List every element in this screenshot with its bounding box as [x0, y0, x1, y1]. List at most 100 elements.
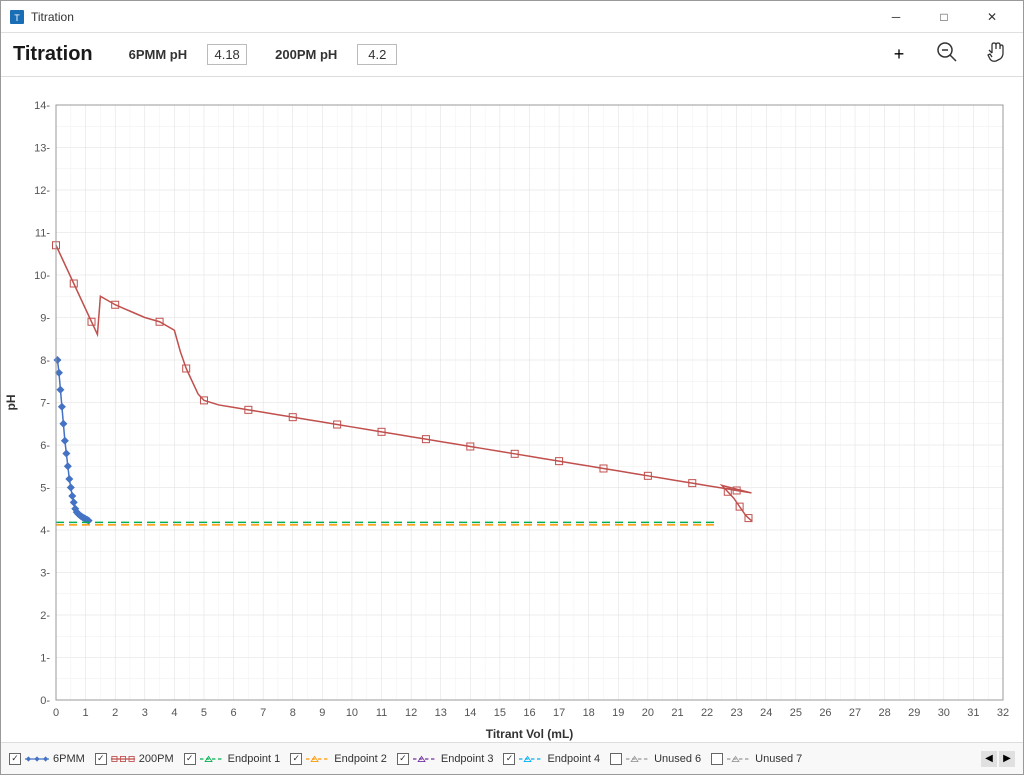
legend-line-unused7	[727, 754, 751, 764]
add-button[interactable]: +	[883, 39, 915, 71]
legend-item-unused6[interactable]: Unused 6	[610, 753, 701, 765]
legend-line-ep3	[413, 754, 437, 764]
legend-item-ep1[interactable]: Endpoint 1	[184, 753, 281, 765]
svg-text:16: 16	[523, 707, 535, 719]
hand-button[interactable]	[979, 39, 1011, 71]
toolbar: Titration 6PMM pH 4.18 200PM pH 4.2 +	[1, 33, 1023, 77]
minimize-button[interactable]: ─	[873, 1, 919, 33]
svg-text:6-: 6-	[40, 440, 50, 452]
svg-text:11: 11	[376, 707, 387, 719]
svg-text:31: 31	[967, 707, 979, 719]
svg-text:8: 8	[290, 707, 296, 719]
ph2-value: 4.2	[357, 44, 397, 65]
legend-line-6pmm	[25, 754, 49, 764]
svg-text:27: 27	[849, 707, 861, 719]
legend-label-200pm: 200PM	[139, 753, 174, 765]
legend-item-ep4[interactable]: Endpoint 4	[503, 753, 600, 765]
svg-text:Titrant Vol (mL): Titrant Vol (mL)	[486, 727, 574, 741]
legend-label-ep3: Endpoint 3	[441, 753, 494, 765]
svg-text:32: 32	[997, 707, 1009, 719]
svg-text:10: 10	[346, 707, 358, 719]
svg-text:10-: 10-	[34, 270, 50, 282]
title-bar: T Titration ─ □ ✕	[1, 1, 1023, 33]
chart-container: 0-1-2-3-4-5-6-7-8-9-10-11-12-13-14-01234…	[1, 85, 1023, 742]
svg-text:21: 21	[671, 707, 683, 719]
legend-checkbox-ep3[interactable]	[397, 753, 409, 765]
svg-text:3: 3	[142, 707, 148, 719]
svg-text:14-: 14-	[34, 100, 50, 112]
svg-text:3-: 3-	[40, 568, 50, 580]
legend-checkbox-unused7[interactable]	[711, 753, 723, 765]
svg-text:29: 29	[908, 707, 920, 719]
svg-text:9: 9	[319, 707, 325, 719]
svg-text:6: 6	[231, 707, 237, 719]
svg-text:26: 26	[819, 707, 831, 719]
svg-text:T: T	[14, 13, 20, 23]
legend-line-ep4	[519, 754, 543, 764]
ph1-value: 4.18	[207, 44, 247, 65]
svg-text:2-: 2-	[40, 610, 50, 622]
legend-next-button[interactable]: ▶	[999, 751, 1015, 767]
title-bar-text: Titration	[31, 10, 873, 24]
svg-text:5-: 5-	[40, 483, 50, 495]
legend-bar: 6PMM 200PM Endpoint 1 Endpoint 2 Endpoint 3 E…	[1, 742, 1023, 774]
legend-nav: ◀▶	[981, 751, 1015, 767]
svg-text:11-: 11-	[35, 228, 50, 240]
legend-label-ep4: Endpoint 4	[547, 753, 600, 765]
svg-text:28: 28	[879, 707, 891, 719]
legend-item-200pm[interactable]: 200PM	[95, 753, 174, 765]
svg-text:20: 20	[642, 707, 654, 719]
close-button[interactable]: ✕	[969, 1, 1015, 33]
ph1-label: 6PMM pH	[129, 47, 188, 62]
zoom-icon	[936, 41, 958, 68]
legend-line-200pm	[111, 754, 135, 764]
svg-text:15: 15	[494, 707, 506, 719]
svg-text:13-: 13-	[34, 143, 50, 155]
legend-label-ep2: Endpoint 2	[334, 753, 387, 765]
legend-checkbox-ep2[interactable]	[290, 753, 302, 765]
svg-text:7-: 7-	[40, 398, 50, 410]
svg-text:12-: 12-	[34, 185, 50, 197]
legend-label-ep1: Endpoint 1	[228, 753, 281, 765]
svg-text:5: 5	[201, 707, 207, 719]
chart-svg: 0-1-2-3-4-5-6-7-8-9-10-11-12-13-14-01234…	[1, 85, 1023, 742]
ph2-label: 200PM pH	[275, 47, 337, 62]
legend-item-unused7[interactable]: Unused 7	[711, 753, 802, 765]
chart-area: 0-1-2-3-4-5-6-7-8-9-10-11-12-13-14-01234…	[1, 77, 1023, 742]
legend-item-ep3[interactable]: Endpoint 3	[397, 753, 494, 765]
maximize-button[interactable]: □	[921, 1, 967, 33]
legend-prev-button[interactable]: ◀	[981, 751, 997, 767]
svg-text:4-: 4-	[40, 525, 50, 537]
svg-text:30: 30	[938, 707, 950, 719]
legend-item-6pmm[interactable]: 6PMM	[9, 753, 85, 765]
legend-label-6pmm: 6PMM	[53, 753, 85, 765]
legend-label-unused6: Unused 6	[654, 753, 701, 765]
svg-text:22: 22	[701, 707, 713, 719]
legend-checkbox-ep1[interactable]	[184, 753, 196, 765]
svg-text:24: 24	[760, 707, 772, 719]
svg-text:8-: 8-	[40, 355, 50, 367]
legend-checkbox-200pm[interactable]	[95, 753, 107, 765]
legend-line-ep1	[200, 754, 224, 764]
legend-checkbox-6pmm[interactable]	[9, 753, 21, 765]
svg-text:7: 7	[260, 707, 266, 719]
legend-checkbox-unused6[interactable]	[610, 753, 622, 765]
svg-text:0: 0	[53, 707, 59, 719]
zoom-button[interactable]	[931, 39, 963, 71]
svg-text:1-: 1-	[40, 653, 50, 665]
svg-text:2: 2	[112, 707, 118, 719]
svg-text:18: 18	[583, 707, 595, 719]
legend-checkbox-ep4[interactable]	[503, 753, 515, 765]
window-controls: ─ □ ✕	[873, 1, 1015, 33]
svg-text:1: 1	[83, 707, 89, 719]
svg-text:pH: pH	[4, 395, 18, 411]
svg-text:9-: 9-	[40, 313, 50, 325]
app-icon: T	[9, 9, 25, 25]
legend-item-ep2[interactable]: Endpoint 2	[290, 753, 387, 765]
add-icon: +	[894, 44, 905, 65]
svg-text:19: 19	[612, 707, 624, 719]
main-window: T Titration ─ □ ✕ Titration 6PMM pH 4.18…	[0, 0, 1024, 775]
legend-line-unused6	[626, 754, 650, 764]
svg-text:25: 25	[790, 707, 802, 719]
legend-line-ep2	[306, 754, 330, 764]
